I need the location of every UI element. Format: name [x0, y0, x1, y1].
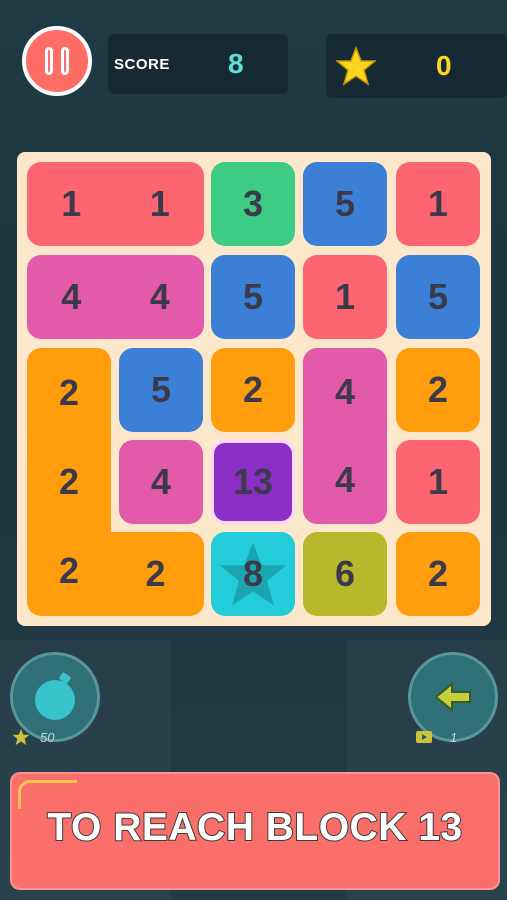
score-value: 8	[228, 48, 244, 79]
tile-3[interactable]: 3	[211, 162, 295, 246]
tile-8-star[interactable]: 8	[211, 532, 295, 616]
tile-5[interactable]: 5	[211, 255, 295, 339]
video-icon	[416, 731, 432, 743]
tile-value: 1	[149, 183, 170, 224]
tile-value: 2	[58, 550, 80, 592]
star-icon	[336, 46, 376, 86]
tile-value: 1	[427, 461, 449, 502]
tile-value: 5	[334, 183, 356, 224]
pause-button[interactable]	[22, 26, 92, 96]
tile-value: 5	[427, 276, 449, 317]
tile-value: 4	[149, 276, 170, 317]
undo-count: 1	[416, 726, 496, 748]
score-panel: SCORE 8	[108, 34, 288, 94]
tile-2[interactable]: 2	[211, 348, 295, 432]
pause-icon	[45, 47, 53, 75]
tile-value: 1	[427, 183, 449, 224]
tile-value: 8	[242, 553, 264, 594]
tile-1[interactable]: 1	[303, 255, 387, 339]
stars-panel: 0	[326, 34, 507, 98]
tile-value: 2	[145, 553, 166, 594]
goal-banner-text: TO REACH BLOCK 13	[46, 805, 463, 850]
tile-1-merged[interactable]: 1 1	[27, 162, 204, 246]
tile-value: 4	[334, 459, 356, 500]
tile-2[interactable]: 2	[396, 348, 480, 432]
tile-value: 13	[232, 461, 274, 502]
tile-value: 6	[334, 553, 356, 594]
tile-value: 4	[150, 461, 172, 502]
tile-value: 2	[58, 460, 80, 502]
tile-value: 5	[150, 369, 172, 410]
tile-value: 2	[58, 371, 80, 413]
goal-banner: TO REACH BLOCK 13	[10, 772, 500, 890]
tile-5[interactable]: 5	[303, 162, 387, 246]
tile-value: 3	[242, 183, 264, 224]
tile-4-merged-vertical[interactable]: 4 4	[303, 348, 387, 524]
star-icon	[12, 728, 30, 746]
tile-1[interactable]: 1	[396, 440, 480, 524]
tile-4-merged[interactable]: 4 4	[27, 255, 204, 339]
bomb-cost: 50	[12, 726, 92, 748]
tile-value: 2	[427, 553, 449, 594]
tile-2-merged-L[interactable]: 2 2 2	[27, 348, 111, 616]
tile-4[interactable]: 4	[119, 440, 203, 524]
bomb-cost-value: 50	[40, 729, 55, 745]
tile-value: 4	[61, 276, 82, 317]
tile-5[interactable]: 5	[119, 348, 203, 432]
score-label: SCORE	[114, 56, 170, 73]
undo-count-value: 1	[450, 729, 458, 745]
tile-6[interactable]: 6	[303, 532, 387, 616]
tile-2[interactable]: 2	[396, 532, 480, 616]
tile-5[interactable]: 5	[396, 255, 480, 339]
banner-corner-decoration	[18, 780, 77, 809]
tile-13-target[interactable]: 13	[211, 440, 295, 524]
tile-1[interactable]: 1	[396, 162, 480, 246]
tile-value: 1	[61, 183, 82, 224]
tile-value: 1	[334, 276, 356, 317]
tile-value: 2	[242, 369, 264, 410]
tile-2-merged-L-foot[interactable]: 2	[107, 532, 204, 616]
game-board: 1 1 3 5 1 4 4 5 1 5 2 2 2 2 5 2 4 4 2 4 …	[17, 152, 491, 626]
stars-value: 0	[436, 50, 452, 81]
tile-value: 2	[427, 369, 449, 410]
tile-value: 5	[242, 276, 264, 317]
pause-icon-bar	[61, 47, 69, 75]
tile-value: 4	[334, 371, 356, 412]
